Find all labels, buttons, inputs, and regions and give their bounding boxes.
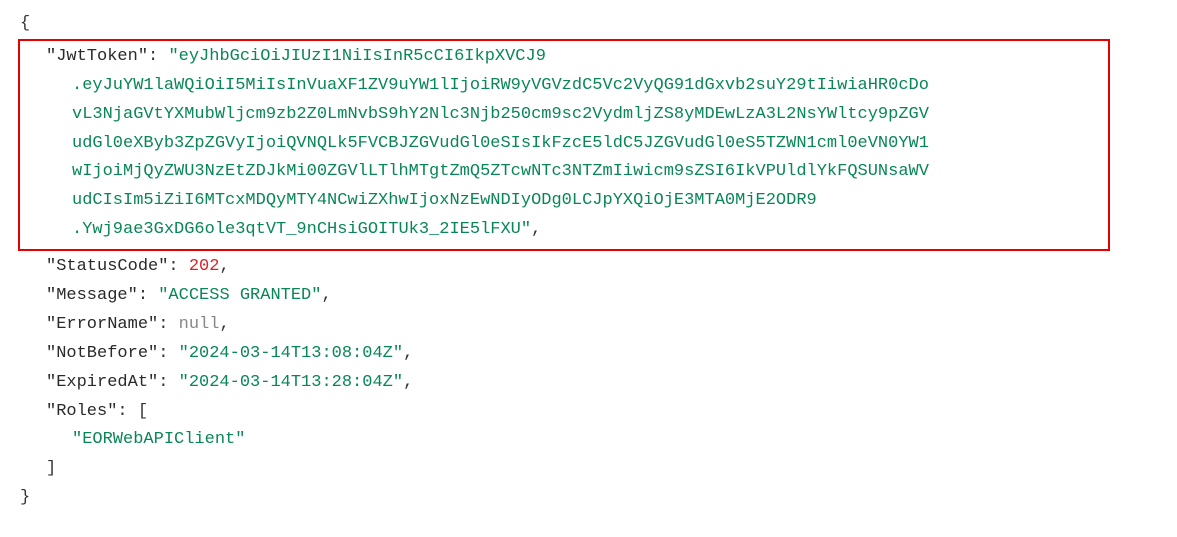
statuscode-value: 202 <box>189 257 220 276</box>
open-brace: { <box>20 10 1157 39</box>
errorname-value: null <box>179 315 220 334</box>
message-key: "Message" <box>46 286 138 305</box>
message-row: "Message": "ACCESS GRANTED", <box>20 282 1157 311</box>
jwt-token-line: vL3NjaGVtYXMubWljcm9zb2Z0LmNvbS9hY2Nlc3N… <box>46 101 1102 130</box>
statuscode-key: "StatusCode" <box>46 257 168 276</box>
jwt-token-highlight: "JwtToken": "eyJhbGciOiJIUzI1NiIsInR5cCI… <box>18 39 1110 251</box>
errorname-key: "ErrorName" <box>46 315 158 334</box>
expiredat-value: "2024-03-14T13:28:04Z" <box>179 373 403 392</box>
roles-item-value: "EORWebAPIClient" <box>72 430 245 449</box>
jwt-token-value-part: "eyJhbGciOiJIUzI1NiIsInR5cCI6IkpXVCJ9 <box>168 47 545 66</box>
errorname-row: "ErrorName": null, <box>20 311 1157 340</box>
roles-item: "EORWebAPIClient" <box>20 426 1157 455</box>
notbefore-key: "NotBefore" <box>46 344 158 363</box>
close-brace: } <box>20 484 1157 513</box>
jwt-token-line: udCIsIm5iZiI6MTcxMDQyMTY4NCwiZXhwIjoxNzE… <box>46 187 1102 216</box>
notbefore-value: "2024-03-14T13:08:04Z" <box>179 344 403 363</box>
roles-row-open: "Roles": [ <box>20 398 1157 427</box>
expiredat-row: "ExpiredAt": "2024-03-14T13:28:04Z", <box>20 369 1157 398</box>
statuscode-row: "StatusCode": 202, <box>20 253 1157 282</box>
message-value: "ACCESS GRANTED" <box>158 286 321 305</box>
jwt-token-line: .eyJuYW1laWQiOiI5MiIsInVuaXF1ZV9uYW1lIjo… <box>46 72 1102 101</box>
jwt-token-line: udGl0eXByb3ZpZGVyIjoiQVNQLk5FVCBJZGVudGl… <box>46 130 1102 159</box>
expiredat-key: "ExpiredAt" <box>46 373 158 392</box>
roles-key: "Roles" <box>46 402 117 421</box>
jwt-token-line: "JwtToken": "eyJhbGciOiJIUzI1NiIsInR5cCI… <box>46 43 1102 72</box>
jwt-token-key: "JwtToken" <box>46 47 148 66</box>
jwt-token-line: .Ywj9ae3GxDG6ole3qtVT_9nCHsiGOITUk3_2IE5… <box>46 216 1102 245</box>
notbefore-row: "NotBefore": "2024-03-14T13:08:04Z", <box>20 340 1157 369</box>
jwt-token-line: wIjoiMjQyZWU3NzEtZDJkMi00ZGVlLTlhMTgtZmQ… <box>46 158 1102 187</box>
roles-row-close: ] <box>20 455 1157 484</box>
json-response-body: { "JwtToken": "eyJhbGciOiJIUzI1NiIsInR5c… <box>20 10 1157 513</box>
